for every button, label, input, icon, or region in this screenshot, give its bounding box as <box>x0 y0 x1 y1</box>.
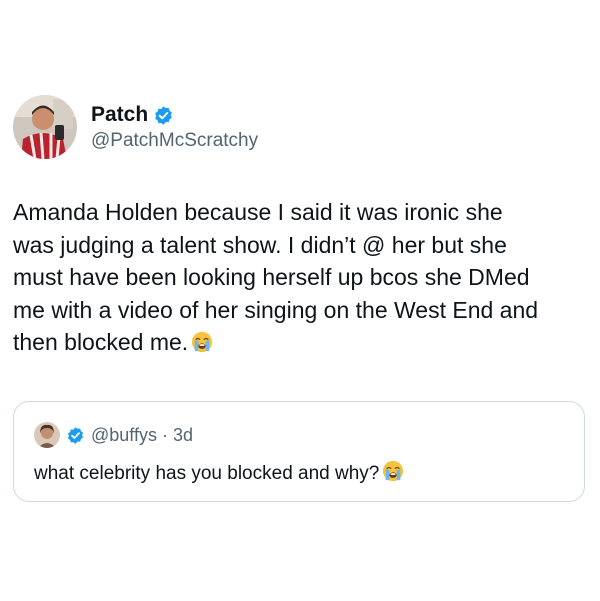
user-avatar-icon <box>34 422 60 448</box>
loudly-crying-face-icon <box>191 331 213 353</box>
author-handle[interactable]: @PatchMcScratchy <box>91 130 258 152</box>
tweet-header: Patch @PatchMcScratchy <box>13 95 258 159</box>
author-display-name[interactable]: Patch <box>91 103 148 127</box>
quoted-tweet-text: what celebrity has you blocked and why? <box>34 463 380 484</box>
quoted-tweet-body: what celebrity has you blocked and why? <box>34 460 404 485</box>
dot-separator: · <box>161 424 168 445</box>
author-names: Patch @PatchMcScratchy <box>91 102 258 152</box>
user-avatar-icon <box>13 95 77 159</box>
quoted-author-avatar[interactable] <box>34 422 60 448</box>
tweet-text: Amanda Holden because I said it was iron… <box>13 199 539 355</box>
quoted-tweet-card[interactable]: @buffys · 3d what celebrity has you bloc… <box>13 401 585 502</box>
author-name-row: Patch <box>91 102 258 128</box>
quoted-author-handle[interactable]: @buffys <box>91 425 157 446</box>
quoted-tweet-timestamp[interactable]: 3d <box>173 425 193 446</box>
author-avatar[interactable] <box>13 95 77 159</box>
tweet-body: Amanda Holden because I said it was iron… <box>13 196 593 359</box>
verified-badge-icon[interactable] <box>153 105 174 126</box>
verified-badge-icon[interactable] <box>66 426 85 445</box>
quoted-tweet-header: @buffys · 3d <box>34 422 193 448</box>
loudly-crying-face-icon <box>382 460 404 482</box>
